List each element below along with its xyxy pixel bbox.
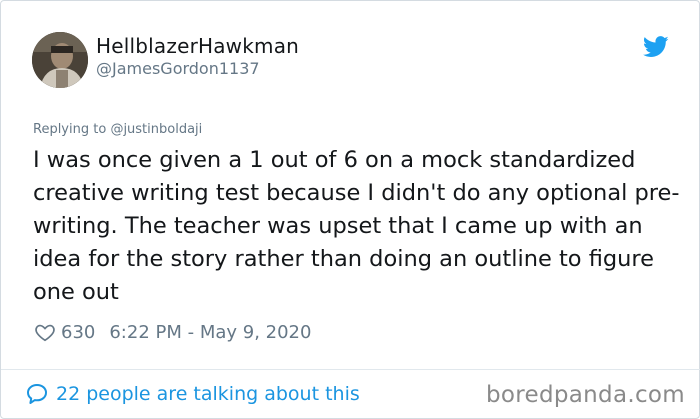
- replying-mention[interactable]: @justinboldaji: [110, 122, 202, 137]
- twitter-bird-icon[interactable]: [643, 36, 669, 58]
- timestamp[interactable]: 6:22 PM - May 9, 2020: [109, 322, 311, 343]
- tweet-text: I was once given a 1 out of 6 on a mock …: [33, 147, 680, 305]
- heart-icon[interactable]: [34, 321, 56, 343]
- replying-to: Replying to @justinboldaji: [33, 122, 202, 137]
- display-name[interactable]: HellblazerHawkman: [96, 34, 299, 58]
- avatar[interactable]: [32, 32, 88, 88]
- tweet-meta: 630 6:22 PM - May 9, 2020: [34, 319, 311, 345]
- like-count[interactable]: 630: [61, 322, 95, 343]
- avatar-image: [32, 32, 88, 88]
- conversation-text: 22 people are talking about this: [56, 383, 360, 405]
- conversation-link[interactable]: 22 people are talking about this: [25, 382, 360, 406]
- replying-prefix: Replying to: [33, 122, 107, 137]
- watermark: boredpanda.com: [486, 382, 685, 408]
- tweet-card: HellblazerHawkman @JamesGordon1137 Reply…: [0, 0, 700, 419]
- user-handle[interactable]: @JamesGordon1137: [96, 59, 260, 78]
- divider: [1, 369, 700, 370]
- speech-bubble-icon: [27, 384, 47, 404]
